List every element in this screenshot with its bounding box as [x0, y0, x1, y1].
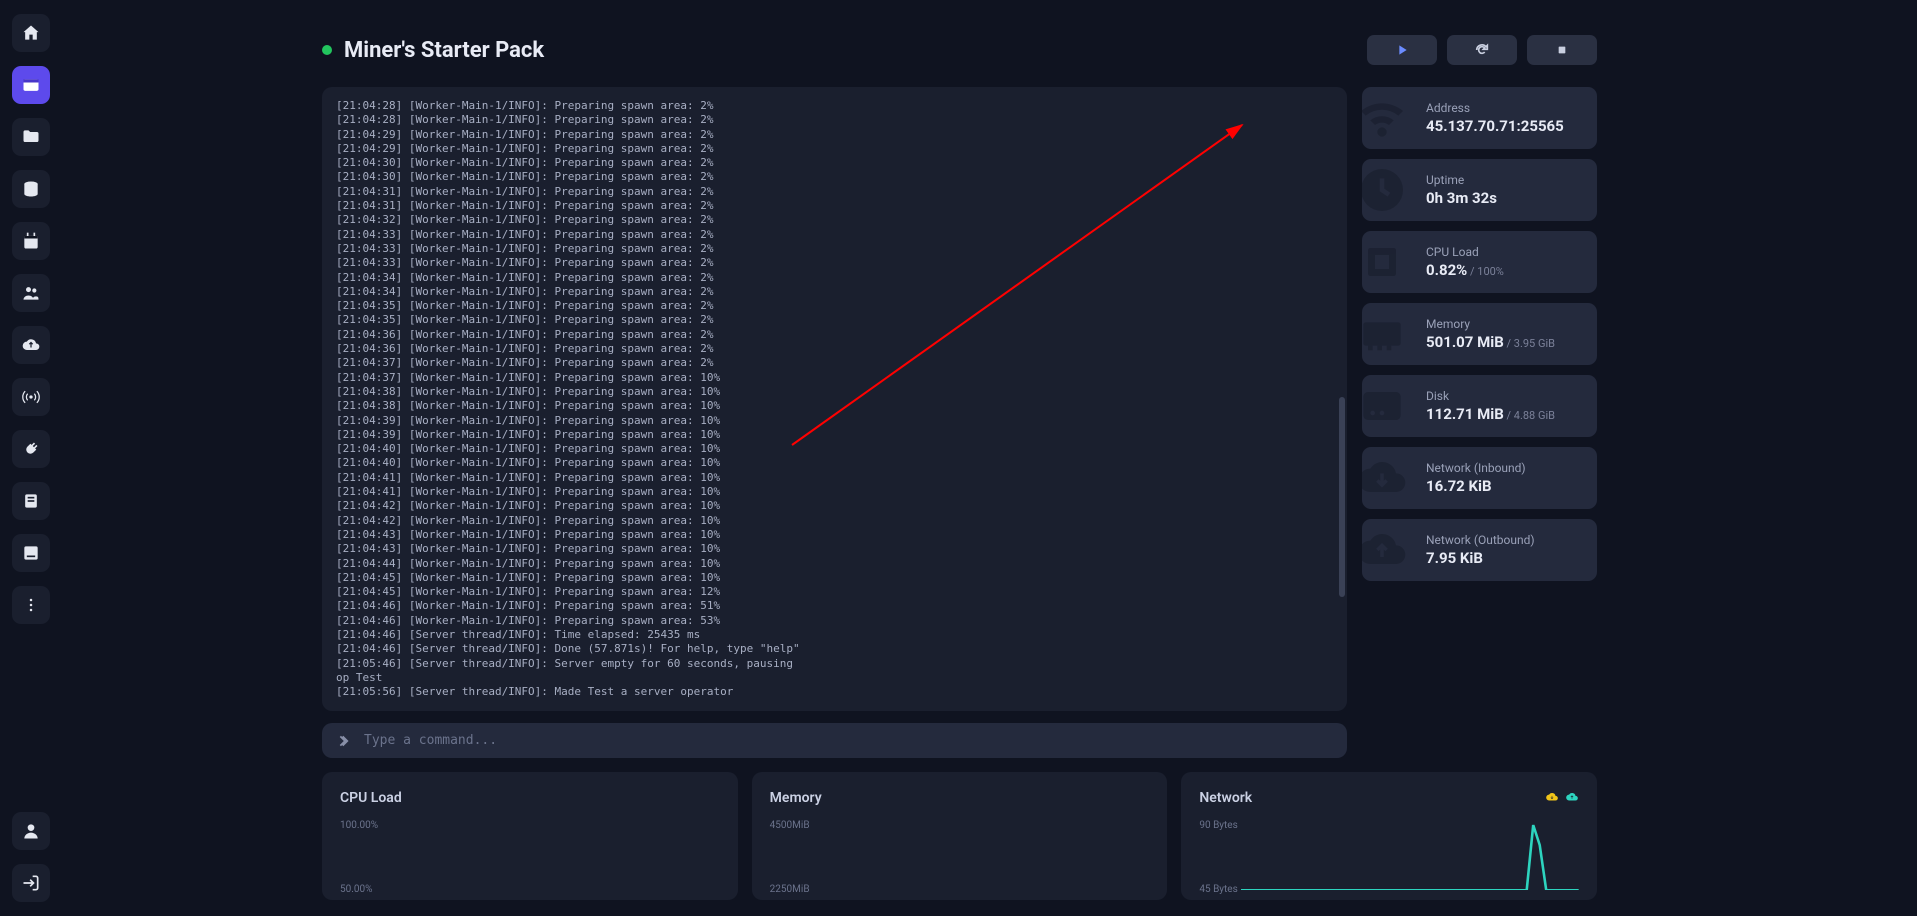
stat-value: 45.137.70.71:25565	[1426, 117, 1564, 135]
tick-label: 45 Bytes	[1199, 884, 1237, 895]
stat-value: 16.72 KiB	[1426, 477, 1526, 495]
server-icon	[21, 543, 41, 563]
network-sparkline	[1241, 820, 1579, 890]
upload-cloud-icon	[1362, 522, 1410, 578]
chart-title: CPU Load	[340, 790, 720, 806]
stat-value: 112.71 MiB / 4.88 GiB	[1426, 405, 1555, 423]
stat-uptime: Uptime 0h 3m 32s	[1362, 159, 1597, 221]
stat-memory: Memory 501.07 MiB / 3.95 GiB	[1362, 303, 1597, 365]
nav-console[interactable]	[12, 66, 50, 104]
header: Miner's Starter Pack	[322, 35, 1597, 65]
stat-value: 0.82% / 100%	[1426, 261, 1504, 279]
database-icon	[21, 179, 41, 199]
restart-icon	[1474, 42, 1490, 58]
nav-activity[interactable]	[12, 534, 50, 572]
chevron-right-icon	[338, 734, 352, 748]
stat-label: Uptime	[1426, 173, 1497, 187]
nav-network[interactable]	[12, 378, 50, 416]
nav-settings[interactable]	[12, 482, 50, 520]
broadcast-icon	[21, 387, 41, 407]
start-button[interactable]	[1367, 35, 1437, 65]
more-icon	[21, 595, 41, 615]
outbound-badge-icon	[1565, 790, 1579, 804]
stat-label: CPU Load	[1426, 245, 1504, 259]
stat-address[interactable]: Address 45.137.70.71:25565	[1362, 87, 1597, 149]
calendar-icon	[21, 231, 41, 251]
tick-label: 4500MiB	[770, 820, 810, 831]
settings-icon	[21, 491, 41, 511]
cloud-upload-icon	[21, 335, 41, 355]
logout-icon	[21, 873, 41, 893]
disk-icon	[1362, 378, 1410, 434]
main-content: Miner's Starter Pack [21:04:28] [Worker-…	[62, 0, 1917, 916]
nav-files[interactable]	[12, 118, 50, 156]
stat-label: Disk	[1426, 389, 1555, 403]
chart-network: Network 90 Bytes 45 Bytes	[1181, 772, 1597, 900]
stat-label: Network (Inbound)	[1426, 461, 1526, 475]
tick-label: 50.00%	[340, 884, 372, 895]
tick-label: 100.00%	[340, 820, 378, 831]
chart-title: Network	[1199, 790, 1579, 806]
chart-title: Memory	[770, 790, 1150, 806]
stop-icon	[1554, 42, 1570, 58]
home-icon	[21, 23, 41, 43]
console-panel: [21:04:28] [Worker-Main-1/INFO]: Prepari…	[322, 87, 1347, 711]
download-cloud-icon	[1362, 450, 1410, 506]
console-output[interactable]: [21:04:28] [Worker-Main-1/INFO]: Prepari…	[322, 87, 1347, 711]
stat-net-in: Network (Inbound) 16.72 KiB	[1362, 447, 1597, 509]
nav-users[interactable]	[12, 274, 50, 312]
nav-account[interactable]	[12, 812, 50, 850]
stat-label: Memory	[1426, 317, 1555, 331]
chart-memory: Memory 4500MiB 2250MiB	[752, 772, 1168, 900]
stat-value: 501.07 MiB / 3.95 GiB	[1426, 333, 1555, 351]
nav-startup[interactable]	[12, 430, 50, 468]
chart-cpu: CPU Load 100.00% 50.00%	[322, 772, 738, 900]
stat-net-out: Network (Outbound) 7.95 KiB	[1362, 519, 1597, 581]
nav-logout[interactable]	[12, 864, 50, 902]
command-input[interactable]	[364, 733, 1331, 748]
stat-value: 0h 3m 32s	[1426, 189, 1497, 207]
memory-icon	[1362, 306, 1410, 362]
folder-icon	[21, 127, 41, 147]
tick-label: 90 Bytes	[1199, 820, 1237, 831]
sidebar	[0, 0, 62, 916]
console-scrollbar[interactable]	[1339, 397, 1345, 597]
status-dot	[322, 45, 332, 55]
user-icon	[21, 821, 41, 841]
page-title: Miner's Starter Pack	[344, 38, 544, 63]
cpu-icon	[1362, 234, 1410, 290]
nav-databases[interactable]	[12, 170, 50, 208]
charts-row: CPU Load 100.00% 50.00% Memory 4500MiB 2…	[322, 772, 1597, 900]
play-icon	[1394, 42, 1410, 58]
nav-backups[interactable]	[12, 326, 50, 364]
clock-icon	[1362, 162, 1410, 218]
terminal-icon	[21, 75, 41, 95]
stat-label: Address	[1426, 101, 1564, 115]
stat-cpu: CPU Load 0.82% / 100%	[1362, 231, 1597, 293]
nav-more[interactable]	[12, 586, 50, 624]
stat-disk: Disk 112.71 MiB / 4.88 GiB	[1362, 375, 1597, 437]
restart-button[interactable]	[1447, 35, 1517, 65]
nav-home[interactable]	[12, 14, 50, 52]
inbound-badge-icon	[1545, 790, 1559, 804]
stop-button[interactable]	[1527, 35, 1597, 65]
nav-schedules[interactable]	[12, 222, 50, 260]
stat-value: 7.95 KiB	[1426, 549, 1535, 567]
users-icon	[21, 283, 41, 303]
tick-label: 2250MiB	[770, 884, 810, 895]
stats-column: Address 45.137.70.71:25565 Uptime 0h 3m …	[1362, 87, 1597, 758]
command-bar	[322, 723, 1347, 758]
wifi-icon	[1362, 90, 1410, 146]
stat-label: Network (Outbound)	[1426, 533, 1535, 547]
plug-icon	[21, 439, 41, 459]
